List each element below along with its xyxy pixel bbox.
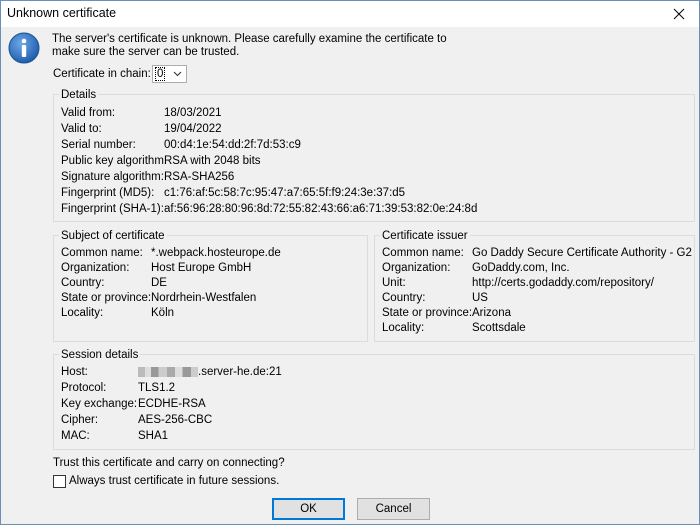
issuer-legend: Certificate issuer <box>380 230 470 242</box>
subject-organization-value: Host Europe GmbH <box>151 262 252 274</box>
issuer-common-name-label: Common name: <box>382 247 464 259</box>
issuer-locality-label: Locality: <box>382 322 425 334</box>
issuer-unit-label: Unit: <box>382 277 406 289</box>
always-trust-checkbox[interactable] <box>53 475 66 488</box>
subject-country-label: Country: <box>61 277 105 289</box>
session-legend: Session details <box>59 349 141 361</box>
chain-label: Certificate in chain: <box>53 68 151 80</box>
always-trust-label[interactable]: Always trust certificate in future sessi… <box>69 475 279 487</box>
issuer-unit-value: http://certs.godaddy.com/repository/ <box>472 277 654 289</box>
subject-state-value: Nordrhein-Westfalen <box>151 292 257 304</box>
host-value: .server-he.de:21 <box>138 366 282 378</box>
mac-value: SHA1 <box>138 430 169 442</box>
serial-number-value: 00:d4:1e:54:dd:2f:7d:53:c9 <box>164 139 301 151</box>
chain-select-value: 0 <box>155 67 166 81</box>
issuer-common-name-value: Go Daddy Secure Certificate Authority - … <box>472 247 692 259</box>
subject-locality-label: Locality: <box>61 307 104 319</box>
issuer-country-value: US <box>472 292 488 304</box>
issuer-country-label: Country: <box>382 292 426 304</box>
info-icon <box>8 32 40 64</box>
ok-button[interactable]: OK <box>272 498 345 520</box>
key-exchange-label: Key exchange: <box>61 398 138 410</box>
issuer-organization-label: Organization: <box>382 262 451 274</box>
subject-common-name-label: Common name: <box>61 247 143 259</box>
details-group: Details Valid from: 18/03/2021 Valid to:… <box>53 89 695 222</box>
cipher-label: Cipher: <box>61 414 99 426</box>
issuer-group: Certificate issuer Common name: Go Daddy… <box>374 230 695 342</box>
valid-from-value: 18/03/2021 <box>164 107 222 119</box>
dialog-message: The server's certificate is unknown. Ple… <box>52 33 447 58</box>
subject-organization-label: Organization: <box>61 262 130 274</box>
issuer-state-value: Arizona <box>472 307 511 319</box>
close-icon <box>673 8 685 20</box>
details-legend: Details <box>59 89 99 101</box>
issuer-locality-value: Scottsdale <box>472 322 526 334</box>
fingerprint-md5-label: Fingerprint (MD5): <box>61 187 155 199</box>
signature-algorithm-label: Signature algorithm: <box>61 171 164 183</box>
chevron-down-icon <box>173 71 182 77</box>
protocol-value: TLS1.2 <box>138 382 176 394</box>
subject-group: Subject of certificate Common name: *.we… <box>53 230 368 342</box>
issuer-organization-value: GoDaddy.com, Inc. <box>472 262 570 274</box>
chain-select[interactable]: 0 <box>152 65 187 83</box>
subject-country-value: DE <box>151 277 167 289</box>
valid-from-label: Valid from: <box>61 107 116 119</box>
cipher-value: AES-256-CBC <box>138 414 213 426</box>
host-label: Host: <box>61 366 88 378</box>
public-key-algorithm-value: RSA with 2048 bits <box>164 155 261 167</box>
redacted-host-blur <box>138 366 198 377</box>
host-value-text: .server-he.de:21 <box>198 366 282 378</box>
fingerprint-md5-value: c1:76:af:5c:58:7c:95:47:a7:65:5f:f9:24:3… <box>164 187 406 199</box>
signature-algorithm-value: RSA-SHA256 <box>164 171 235 183</box>
issuer-state-label: State or province: <box>382 307 473 319</box>
mac-label: MAC: <box>61 430 90 442</box>
valid-to-label: Valid to: <box>61 123 102 135</box>
cancel-button[interactable]: Cancel <box>357 498 430 520</box>
valid-to-value: 19/04/2022 <box>164 123 222 135</box>
subject-state-label: State or province: <box>61 292 152 304</box>
fingerprint-sha1-value: af:56:96:28:80:96:8d:72:55:82:43:66:a6:7… <box>164 203 478 215</box>
protocol-label: Protocol: <box>61 382 107 394</box>
subject-legend: Subject of certificate <box>59 230 167 242</box>
fingerprint-sha1-label: Fingerprint (SHA-1): <box>61 203 164 215</box>
title-bar: Unknown certificate <box>1 1 699 27</box>
public-key-algorithm-label: Public key algorithm: <box>61 155 168 167</box>
session-group: Session details Host: .server-he.de:21 P… <box>53 349 695 450</box>
subject-common-name-value: *.webpack.hosteurope.de <box>151 247 281 259</box>
window-title: Unknown certificate <box>7 6 117 20</box>
close-button[interactable] <box>659 1 699 27</box>
subject-locality-value: Köln <box>151 307 175 319</box>
trust-question: Trust this certificate and carry on conn… <box>53 457 285 469</box>
certificate-dialog: Unknown certificate The server's certifi… <box>0 0 700 525</box>
key-exchange-value: ECDHE-RSA <box>138 398 206 410</box>
serial-number-label: Serial number: <box>61 139 136 151</box>
